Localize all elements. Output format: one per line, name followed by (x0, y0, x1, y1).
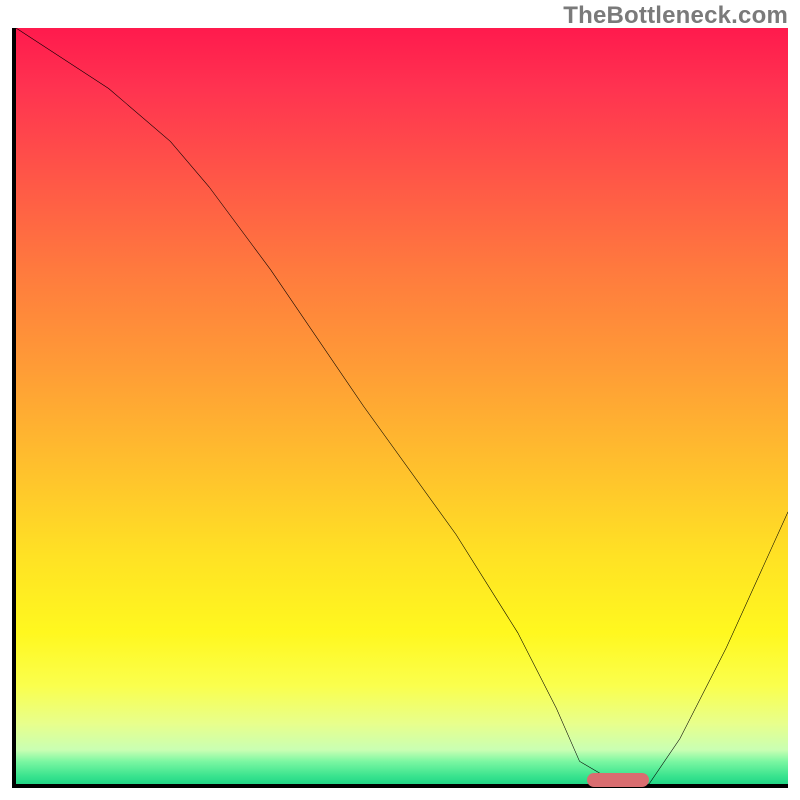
watermark-text: TheBottleneck.com (563, 2, 788, 30)
bottleneck-chart: TheBottleneck.com (0, 0, 800, 800)
optimum-marker (587, 773, 649, 787)
plot-area (12, 28, 788, 788)
bottleneck-curve-path (16, 28, 788, 784)
curve-layer (16, 28, 788, 784)
